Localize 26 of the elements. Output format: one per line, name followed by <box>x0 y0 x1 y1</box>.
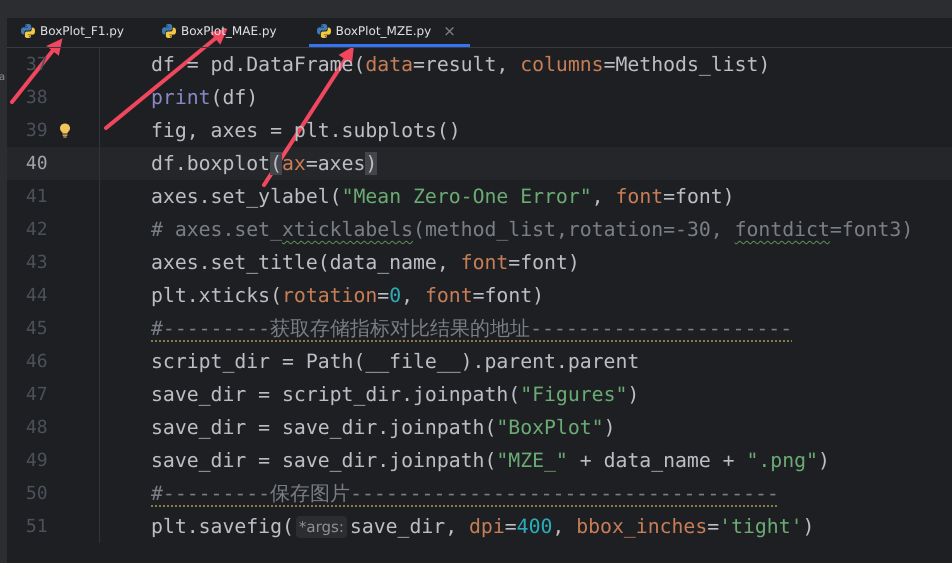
parameter-hint: *args: <box>296 516 347 538</box>
file-tab[interactable]: BoxPlot_MZE.py × <box>308 18 470 47</box>
line-number: 40 <box>24 153 48 174</box>
code-text: save_dir, dpi=400, bbox_inches='tight') <box>350 515 814 538</box>
code-text: plt.savefig( <box>151 515 294 538</box>
code-line: axes.set_title(data_name, font=font) <box>150 251 580 274</box>
tab-label: BoxPlot_MZE.py <box>336 24 432 38</box>
tab-label: BoxPlot_F1.py <box>40 24 124 38</box>
annotation-arrow <box>10 38 62 104</box>
code-line: save_dir = script_dir.joinpath("Figures") <box>150 383 640 406</box>
code-line: save_dir = save_dir.joinpath("MZE_" + data_name + ".png") <box>150 449 830 472</box>
code-line: script_dir = Path(__file__).parent.parent <box>150 350 640 373</box>
code-line: # axes.set_xticklabels(method_list,rotation=-30, fontdict=font3) <box>150 218 914 241</box>
code-line: print(df) <box>150 86 258 109</box>
code-line: save_dir = save_dir.joinpath("BoxPlot") <box>150 416 616 439</box>
python-file-icon <box>20 23 36 39</box>
code-line: #---------获取存储指标对比结果的地址---------------------- <box>150 316 792 342</box>
code-line: #---------保存图片------------------------------------ <box>150 481 779 507</box>
file-tab[interactable]: BoxPlot_F1.py <box>13 18 138 47</box>
python-file-icon <box>316 23 332 39</box>
code-line: axes.set_ylabel("Mean Zero-One Error", font=font) <box>150 185 735 208</box>
lightbulb-icon[interactable] <box>59 123 72 138</box>
code-line: plt.xticks(rotation=0, font=font) <box>150 284 544 307</box>
code-line: df.boxplot(ax=axes) <box>150 152 378 175</box>
python-file-icon <box>161 23 177 39</box>
close-icon[interactable]: × <box>443 22 456 40</box>
